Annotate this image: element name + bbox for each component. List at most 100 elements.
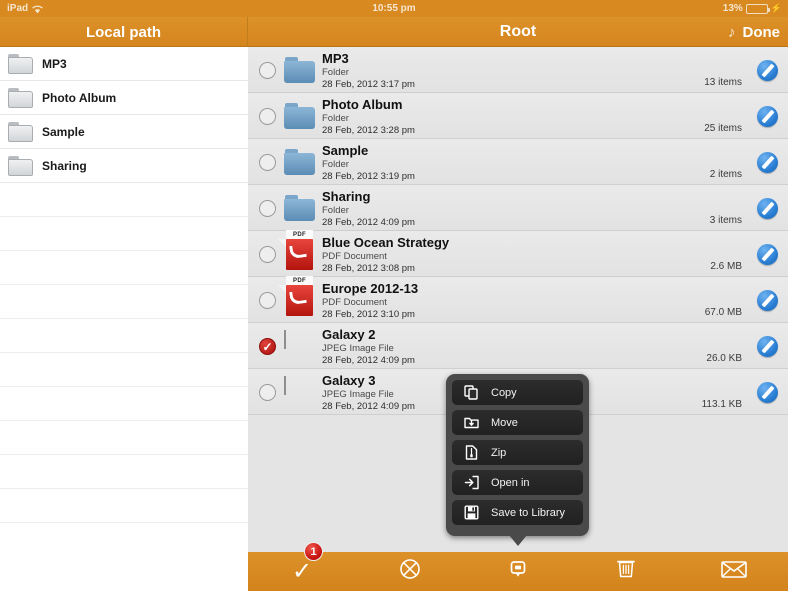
sidebar-item-sharing[interactable]: Sharing — [0, 149, 248, 183]
file-icon — [284, 376, 315, 407]
file-name: MP3 — [322, 51, 349, 66]
status-bar: iPad 10:55 pm 13% ⚡ — [0, 0, 788, 17]
menu-item-move[interactable]: Move — [452, 410, 583, 435]
sidebar-empty-row — [0, 183, 248, 217]
row-checkbox[interactable] — [259, 384, 276, 401]
row-checkbox-selected[interactable] — [259, 338, 276, 355]
checkmark-icon: ✓ — [291, 557, 313, 585]
file-type: JPEG Image File — [322, 343, 394, 354]
popover-arrow — [508, 535, 527, 546]
menu-item-label: Zip — [491, 446, 507, 459]
trash-icon — [615, 557, 637, 586]
folder-icon — [8, 87, 33, 108]
file-icon — [284, 101, 315, 131]
sidebar-empty-row — [0, 421, 248, 455]
sidebar-empty-row — [0, 251, 248, 285]
menu-item-zip[interactable]: Zip — [452, 440, 583, 465]
music-note-icon[interactable]: ♪ — [728, 24, 736, 41]
file-date: 28 Feb, 2012 3:17 pm — [322, 79, 415, 90]
circle-slash-icon — [398, 557, 422, 586]
row-checkbox[interactable] — [259, 108, 276, 125]
sidebar-empty-row — [0, 387, 248, 421]
table-row[interactable]: PDF Blue Ocean Strategy PDF Document 28 … — [248, 230, 788, 277]
move-folder-icon — [464, 415, 479, 430]
sidebar-item-label: Sharing — [42, 158, 87, 173]
pencil-edit-icon[interactable] — [757, 290, 778, 311]
file-icon: PDF — [278, 230, 315, 270]
menu-item-open-in[interactable]: Open in — [452, 470, 583, 495]
pdf-icon-label: PDF — [286, 276, 313, 285]
file-date: 28 Feb, 2012 4:09 pm — [322, 355, 415, 366]
sidebar-local-path: MP3 Photo Album Sample Sharing — [0, 47, 248, 591]
row-checkbox[interactable] — [259, 154, 276, 171]
table-row[interactable]: Sharing Folder 28 Feb, 2012 4:09 pm 3 it… — [248, 185, 788, 231]
sidebar-empty-row — [0, 455, 248, 489]
selection-count-badge: 1 — [304, 542, 323, 561]
menu-item-label: Open in — [491, 476, 530, 489]
sidebar-item-photo-album[interactable]: Photo Album — [0, 81, 248, 115]
sidebar-item-mp3[interactable]: MP3 — [0, 47, 248, 81]
row-checkbox[interactable] — [259, 292, 276, 309]
file-meta: 67.0 MB — [704, 307, 742, 318]
image-thumbnail — [284, 330, 286, 349]
file-name: Galaxy 2 — [322, 327, 376, 342]
menu-item-label: Save to Library — [491, 506, 565, 519]
sidebar-empty-row — [0, 319, 248, 353]
row-checkbox[interactable] — [259, 200, 276, 217]
file-date: 28 Feb, 2012 3:19 pm — [322, 171, 415, 182]
file-icon — [284, 55, 315, 85]
pencil-edit-icon[interactable] — [757, 198, 778, 219]
open-in-icon — [464, 475, 479, 490]
battery-cap — [767, 7, 770, 12]
row-checkbox[interactable] — [259, 246, 276, 263]
table-row[interactable]: MP3 Folder 28 Feb, 2012 3:17 pm 13 items — [248, 47, 788, 93]
file-icon — [284, 193, 315, 223]
file-name: Sample — [322, 143, 369, 158]
row-checkbox[interactable] — [259, 62, 276, 79]
done-button[interactable]: Done — [743, 24, 781, 41]
sidebar-title: Local path — [85, 23, 161, 41]
table-row[interactable]: Sample Folder 28 Feb, 2012 3:19 pm 2 ite… — [248, 139, 788, 185]
deselect-all-button[interactable] — [356, 552, 464, 591]
pencil-edit-icon[interactable] — [757, 244, 778, 265]
file-type: PDF Document — [322, 297, 387, 308]
pencil-edit-icon[interactable] — [757, 382, 778, 403]
file-meta: 2 items — [709, 169, 742, 180]
pencil-edit-icon[interactable] — [757, 336, 778, 357]
menu-item-save-to-library[interactable]: Save to Library — [452, 500, 583, 525]
file-date: 28 Feb, 2012 3:08 pm — [322, 263, 415, 274]
pencil-edit-icon[interactable] — [757, 106, 778, 127]
sidebar-item-label: Sample — [42, 124, 85, 139]
sidebar-item-sample[interactable]: Sample — [0, 115, 248, 149]
pdf-icon-label: PDF — [286, 230, 313, 239]
file-date: 28 Feb, 2012 4:09 pm — [322, 217, 415, 228]
envelope-icon — [721, 559, 747, 584]
file-icon — [284, 147, 315, 177]
pencil-edit-icon[interactable] — [757, 152, 778, 173]
file-date: 28 Feb, 2012 3:10 pm — [322, 309, 415, 320]
file-type: Folder — [322, 67, 349, 78]
table-row[interactable]: PDF Europe 2012-13 PDF Document 28 Feb, … — [248, 276, 788, 323]
file-meta: 113.1 KB — [701, 399, 742, 410]
menu-item-copy[interactable]: Copy — [452, 380, 583, 405]
save-disk-icon — [464, 505, 479, 520]
pencil-edit-icon[interactable] — [757, 60, 778, 81]
folder-icon — [8, 121, 33, 142]
table-row[interactable]: Photo Album Folder 28 Feb, 2012 3:28 pm … — [248, 93, 788, 139]
file-type: Folder — [322, 159, 349, 170]
file-meta: 13 items — [704, 77, 742, 88]
table-row[interactable]: Galaxy 2 JPEG Image File 28 Feb, 2012 4:… — [248, 323, 788, 369]
delete-button[interactable] — [572, 552, 680, 591]
file-meta: 26.0 KB — [706, 353, 742, 364]
navigation-bar: Local path Root ♪ Done — [0, 17, 788, 47]
file-type: Folder — [322, 205, 349, 216]
select-all-button[interactable]: ✓ 1 — [248, 542, 356, 591]
nav-actions: ♪ Done — [728, 17, 780, 47]
file-meta: 25 items — [704, 123, 742, 134]
file-name: Photo Album — [322, 97, 403, 112]
folder-icon — [8, 155, 33, 176]
battery-percent-label: 13% — [722, 3, 743, 14]
file-type: Folder — [322, 113, 349, 124]
actions-button[interactable] — [464, 552, 572, 591]
email-button[interactable] — [680, 552, 788, 591]
